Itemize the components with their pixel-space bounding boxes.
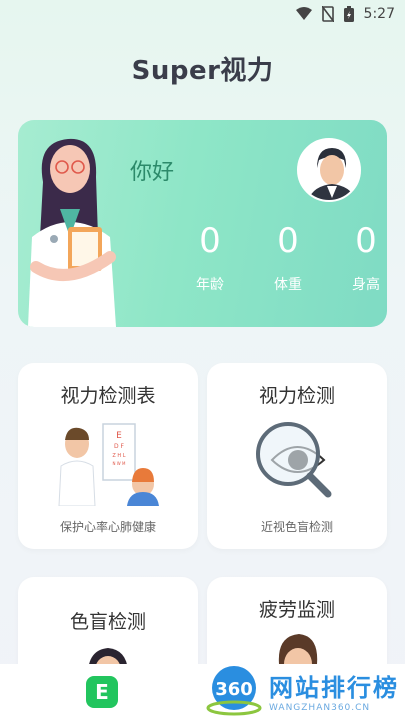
page-title: Super视力 xyxy=(131,56,274,86)
profile-card[interactable]: 你好 0 年龄 0 体重 0 身高 xyxy=(18,120,387,327)
stat-age: 0 年龄 xyxy=(180,220,240,294)
magnifier-eye-icon xyxy=(256,422,332,498)
height-value: 0 xyxy=(355,221,377,261)
eye-chart-icon: E D F Z H L N W M xyxy=(58,423,159,507)
svg-text:E: E xyxy=(116,431,122,441)
no-sim-icon xyxy=(321,6,334,22)
weight-value: 0 xyxy=(277,221,299,261)
card-title: 视力检测表 xyxy=(60,385,156,407)
logo-number: 360 xyxy=(215,679,253,700)
watermark: 360 网站排行榜 WANGZHAN360.CN xyxy=(205,664,399,716)
card-subtitle: 近视色盲检测 xyxy=(260,520,333,534)
avatar[interactable] xyxy=(297,138,361,202)
card-title: 疲劳监测 xyxy=(258,599,335,621)
stat-weight: 0 体重 xyxy=(258,220,318,294)
greeting-text: 你好 xyxy=(130,160,175,185)
weight-label: 体重 xyxy=(274,277,302,293)
bottom-bar: E 360 网站排行榜 WANGZHAN360.CN xyxy=(0,664,405,720)
eye-chart-card[interactable]: 视力检测表 E D F Z H L N W M 保护心率心肺健康 xyxy=(18,363,198,549)
status-bar: 5:27 xyxy=(0,0,405,28)
card-title: 视力检测 xyxy=(258,385,335,407)
watermark-url: WANGZHAN360.CN xyxy=(269,702,371,713)
svg-text:D F: D F xyxy=(114,443,125,450)
user-avatar-icon xyxy=(299,140,359,200)
height-label: 身高 xyxy=(352,277,380,293)
card-title: 色盲检测 xyxy=(69,611,146,633)
svg-text:N W M: N W M xyxy=(113,461,126,466)
e-app-icon[interactable]: E xyxy=(86,676,118,708)
card-subtitle: 保护心率心肺健康 xyxy=(59,520,156,534)
stat-height: 0 身高 xyxy=(336,220,387,294)
status-time: 5:27 xyxy=(363,6,395,22)
svg-text:Z H L: Z H L xyxy=(112,453,125,459)
doctor-illustration xyxy=(28,138,116,327)
vision-test-card[interactable]: 视力检测 近视色盲检测 xyxy=(207,363,387,549)
battery-icon xyxy=(343,6,354,22)
site-logo-icon: 360 xyxy=(206,666,262,716)
age-label: 年龄 xyxy=(196,277,224,293)
watermark-title: 网站排行榜 xyxy=(269,673,399,702)
age-value: 0 xyxy=(199,221,221,261)
wifi-icon xyxy=(295,7,312,21)
